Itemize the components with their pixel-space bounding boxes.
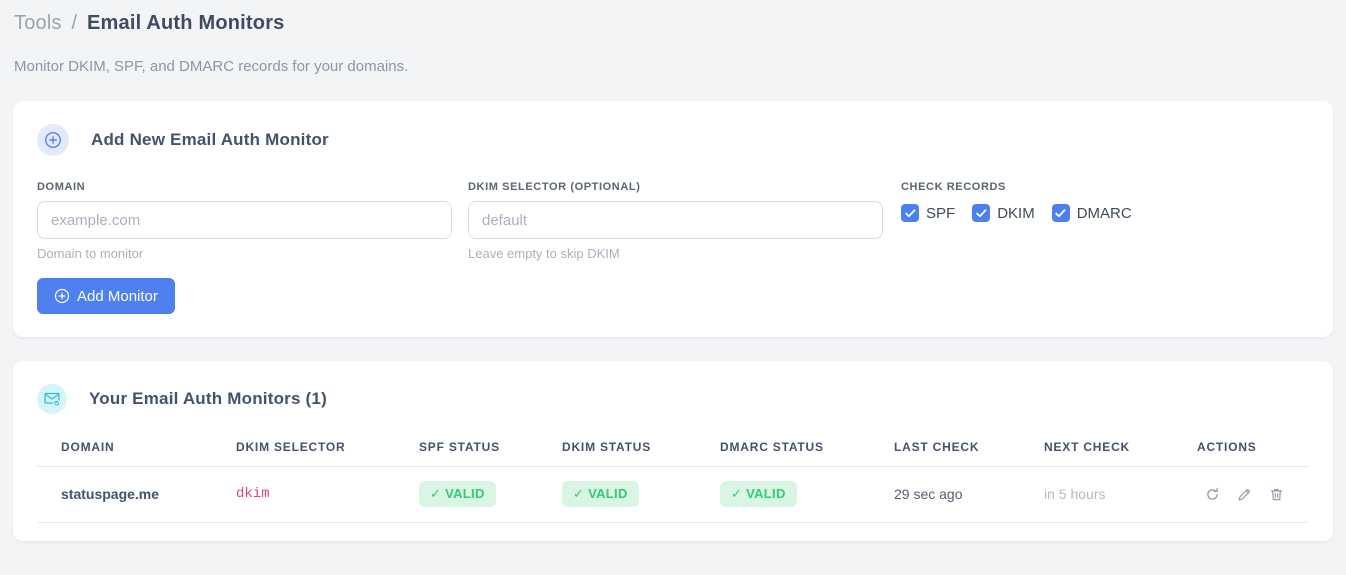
monitors-list-card: Your Email Auth Monitors (1) DOMAIN DKIM… [13,361,1333,541]
col-header-actions: ACTIONS [1197,440,1309,467]
email-auth-monitors-page: Tools / Email Auth Monitors Monitor DKIM… [0,0,1346,541]
dkim-selector-field-helper: Leave empty to skip DKIM [468,246,620,261]
add-monitor-form: DOMAIN Domain to monitor DKIM SELECTOR (… [37,181,1309,261]
col-header-spf-status: SPF STATUS [419,440,562,467]
add-monitor-card-title: Add New Email Auth Monitor [91,130,329,149]
dmarc-status-badge: ✓ VALID [720,481,797,507]
page-title: Email Auth Monitors [87,12,285,34]
domain-field-label: DOMAIN [37,181,86,193]
monitors-card-header: Your Email Auth Monitors (1) [37,384,1309,414]
domain-field-helper: Domain to monitor [37,246,144,261]
spf-status-badge: ✓ VALID [419,481,496,507]
plus-circle-icon [54,288,70,304]
edit-pencil-icon [1237,487,1252,502]
monitor-next-check: in 5 hours [1044,466,1197,523]
monitors-table: DOMAIN DKIM SELECTOR SPF STATUS DKIM STA… [37,440,1309,523]
check-records-options: SPF DKIM DMARC [901,204,1132,222]
monitor-last-check: 29 sec ago [894,466,1044,523]
table-row: statuspage.me dkim ✓ VALID ✓ VALID ✓ VAL… [37,466,1309,523]
col-header-dkim-status: DKIM STATUS [562,440,720,467]
col-header-dmarc-status: DMARC STATUS [720,440,894,467]
dkim-status-badge: ✓ VALID [562,481,639,507]
domain-field-group: DOMAIN Domain to monitor [37,181,452,261]
dkim-selector-field-group: DKIM SELECTOR (OPTIONAL) Leave empty to … [468,181,883,261]
breadcrumb: Tools / Email Auth Monitors [14,12,1332,35]
check-records-group: CHECK RECORDS SPF DKIM DMARC [901,181,1132,261]
monitor-domain: statuspage.me [37,466,236,523]
breadcrumb-tools-link[interactable]: Tools [14,12,62,34]
monitors-card-title: Your Email Auth Monitors (1) [89,389,327,408]
checkbox-spf[interactable]: SPF [901,204,955,222]
plus-circle-icon [37,124,69,156]
breadcrumb-separator: / [71,12,78,34]
col-header-dkim-selector: DKIM SELECTOR [236,440,419,467]
col-header-domain: DOMAIN [37,440,236,467]
checkbox-spf-label[interactable]: SPF [926,205,955,222]
delete-monitor-button[interactable] [1267,485,1285,503]
add-monitor-button[interactable]: Add Monitor [37,278,175,314]
dkim-selector-field-label: DKIM SELECTOR (OPTIONAL) [468,181,641,193]
checkbox-checked-icon[interactable] [972,204,991,222]
dkim-selector-input[interactable] [468,201,883,239]
check-records-label: CHECK RECORDS [901,181,1006,193]
domain-input[interactable] [37,201,452,239]
checkbox-dkim-label[interactable]: DKIM [997,205,1035,222]
checkbox-dkim[interactable]: DKIM [972,204,1035,222]
checkbox-checked-icon[interactable] [1051,204,1070,222]
page-subtitle: Monitor DKIM, SPF, and DMARC records for… [14,58,409,75]
refresh-icon [1205,487,1220,502]
col-header-last-check: LAST CHECK [894,440,1044,467]
add-monitor-card-header: Add New Email Auth Monitor [37,124,1309,156]
row-actions [1197,485,1309,503]
monitor-dkim-selector: dkim [236,466,419,523]
add-monitor-button-label: Add Monitor [77,287,158,305]
page-header: Tools / Email Auth Monitors Monitor DKIM… [13,12,1333,75]
refresh-monitor-button[interactable] [1203,485,1221,503]
checkbox-checked-icon[interactable] [901,204,919,222]
mail-check-icon [37,384,67,414]
checkbox-dmarc[interactable]: DMARC [1051,204,1132,222]
checkbox-dmarc-label[interactable]: DMARC [1077,205,1132,222]
add-monitor-card: Add New Email Auth Monitor DOMAIN Domain… [13,101,1333,337]
trash-icon [1269,487,1284,502]
table-header-row: DOMAIN DKIM SELECTOR SPF STATUS DKIM STA… [37,440,1309,467]
edit-monitor-button[interactable] [1235,485,1253,503]
col-header-next-check: NEXT CHECK [1044,440,1197,467]
